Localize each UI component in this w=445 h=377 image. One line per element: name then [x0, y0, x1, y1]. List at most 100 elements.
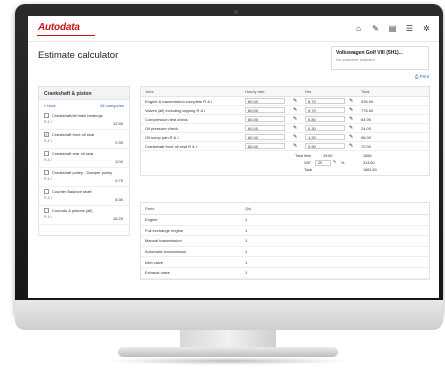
item-checkbox[interactable] — [44, 170, 49, 175]
qty-col-header: Qty — [245, 206, 252, 211]
vat-input[interactable]: 20 — [315, 160, 331, 166]
category-item[interactable]: Crankshaft rear oil seal R & I 3.00 — [39, 149, 129, 168]
category-item-row: Counter Balance shaft — [44, 189, 124, 194]
part-qty: 1 — [245, 217, 248, 223]
total-time-amount: 1568 — [363, 154, 372, 158]
gear-icon[interactable]: ✲ — [422, 24, 431, 33]
category-item-row: Crankshaft rear oil seal — [44, 151, 124, 156]
monitor-chin — [15, 300, 443, 330]
item-checkbox[interactable] — [44, 189, 49, 194]
job-total: 96.00 — [361, 134, 372, 140]
total-time-label: Total time — [295, 154, 312, 158]
edit-rate-icon[interactable]: ✎ — [293, 134, 305, 140]
edit-hrs-icon[interactable]: ✎ — [349, 143, 361, 149]
category-item-sub: R & I — [44, 139, 52, 143]
hrs-input[interactable]: 0.30 — [305, 125, 345, 131]
hrs-input[interactable]: 0.90 — [305, 143, 345, 149]
list-icon[interactable]: ☰ — [405, 24, 414, 33]
category-item-label: Crankshaft rear oil seal — [52, 151, 94, 156]
rate-input[interactable]: 80.00 — [245, 107, 285, 113]
document-icon[interactable]: ▤ — [388, 24, 397, 33]
edit-rate-icon[interactable]: ✎ — [293, 125, 305, 131]
camera-icon — [234, 10, 238, 14]
category-item-sub: R & I — [44, 177, 52, 181]
print-label: Print — [419, 74, 429, 79]
category-item[interactable]: Crankshaft pulley - Damper pulley R & I 0.… — [39, 168, 129, 187]
edit-rate-icon[interactable]: ✎ — [293, 143, 305, 149]
category-title: Crankshaft & piston — [39, 87, 129, 100]
category-item-label: Crankshaft pulley - Damper pulley — [52, 170, 113, 175]
rate-input[interactable]: 80.00 — [245, 134, 285, 140]
edit-vat-icon[interactable]: ✎ — [333, 159, 336, 164]
table-row: Exhaust valve 1 — [141, 268, 429, 279]
item-checkbox[interactable] — [44, 113, 49, 118]
category-item-label: Conrods & pistons (all) — [52, 208, 93, 213]
job-name: Oil sump pan R & I — [145, 134, 179, 140]
category-item-value: 0.70 — [115, 178, 123, 183]
table-row: Compression test check 80.00 ✎ 0.80 ✎ 64.00 — [141, 115, 429, 124]
job-name: Valves (all) including lapping R & I — [145, 107, 206, 113]
rate-input[interactable]: 80.00 — [245, 116, 285, 122]
edit-hrs-icon[interactable]: ✎ — [349, 107, 361, 113]
home-icon[interactable]: ⌂ — [354, 24, 363, 33]
brand-logo[interactable]: Autodata — [38, 22, 80, 33]
category-panel: Crankshaft & piston « back All categorie… — [38, 86, 130, 236]
table-row: Valves (all) including lapping R & I 80.0… — [141, 106, 429, 115]
hrs-input[interactable]: 1.20 — [305, 134, 345, 140]
table-row: Engine & transmission complete R & I 80.0… — [141, 97, 429, 106]
parts-table-header: Parts Qty — [141, 203, 429, 215]
category-item[interactable]: Conrods & pistons (all) R & I 15.20 — [39, 206, 129, 225]
part-qty: 1 — [245, 227, 248, 233]
edit-hrs-icon[interactable]: ✎ — [349, 125, 361, 131]
jobs-col-header: Jobs — [145, 89, 154, 94]
vehicle-selector[interactable]: Volkswagen Golf VIII (5H1)... No custome… — [331, 46, 429, 70]
category-item-value: 8.30 — [115, 197, 123, 202]
rate-input[interactable]: 80.00 — [245, 125, 285, 131]
item-checkbox[interactable]: ✓ — [44, 132, 49, 137]
parts-col-header: Parts — [145, 206, 155, 211]
job-total: 24.00 — [361, 125, 372, 131]
rate-input[interactable]: 80.00 — [245, 98, 285, 104]
back-link[interactable]: « back — [44, 103, 56, 108]
category-item[interactable]: Counter Balance shaft R & I 8.30 — [39, 187, 129, 206]
hrs-col-header: Hrs — [305, 89, 312, 94]
category-item-label: Crankshaft front oil seal — [52, 132, 95, 137]
category-item-row: Crankshaft/all main bearings — [44, 113, 124, 118]
category-items: Crankshaft/all main bearings R & I 12.80 ✓ C… — [39, 111, 129, 225]
category-nav: « back All categories — [39, 100, 129, 111]
total-col-header: Total — [361, 89, 370, 94]
edit-rate-icon[interactable]: ✎ — [293, 116, 305, 122]
edit-hrs-icon[interactable]: ✎ — [349, 116, 361, 122]
category-item-value: 0.90 — [115, 140, 123, 145]
job-total: 776.00 — [361, 107, 374, 113]
monitor-base — [118, 347, 338, 357]
part-qty: 1 — [245, 238, 248, 244]
item-checkbox[interactable] — [44, 208, 49, 213]
table-row: Crankshaft front oil seal R & I 80.00 ✎ 0.9… — [141, 142, 429, 151]
edit-hrs-icon[interactable]: ✎ — [349, 98, 361, 104]
monitor-shadow — [105, 357, 351, 365]
hrs-input[interactable]: 9.70 — [305, 107, 345, 113]
category-item[interactable]: Crankshaft/all main bearings R & I 12.80 — [39, 111, 129, 130]
category-item-row: ✓ Crankshaft front oil seal — [44, 132, 124, 137]
edit-rate-icon[interactable]: ✎ — [293, 98, 305, 104]
item-checkbox[interactable] — [44, 151, 49, 156]
hrs-input[interactable]: 6.70 — [305, 98, 345, 104]
job-total: 72.00 — [361, 143, 372, 149]
edit-hrs-icon[interactable]: ✎ — [349, 134, 361, 140]
hrs-input[interactable]: 0.80 — [305, 116, 345, 122]
part-name: Exhaust valve — [145, 270, 170, 276]
table-row: Engine 1 — [141, 215, 429, 226]
part-qty: 1 — [245, 249, 248, 255]
edit-rate-icon[interactable]: ✎ — [293, 107, 305, 113]
wrench-icon[interactable]: ✎ — [371, 24, 380, 33]
parts-table: Parts Qty Engine 1 Full exchange engine 1 Ma… — [140, 202, 430, 280]
vat-label: VAT — [304, 161, 311, 165]
rate-col-header: Hourly rate — [245, 89, 265, 94]
print-button[interactable]: ⎙ Print — [415, 74, 429, 79]
all-categories-link[interactable]: All categories — [100, 103, 124, 108]
rate-input[interactable]: 80.00 — [245, 143, 285, 149]
jobs-table-header: Jobs Hourly rate Hrs Total — [141, 87, 429, 97]
table-row: Full exchange engine 1 — [141, 226, 429, 237]
category-item[interactable]: ✓ Crankshaft front oil seal R & I 0.90 — [39, 130, 129, 149]
